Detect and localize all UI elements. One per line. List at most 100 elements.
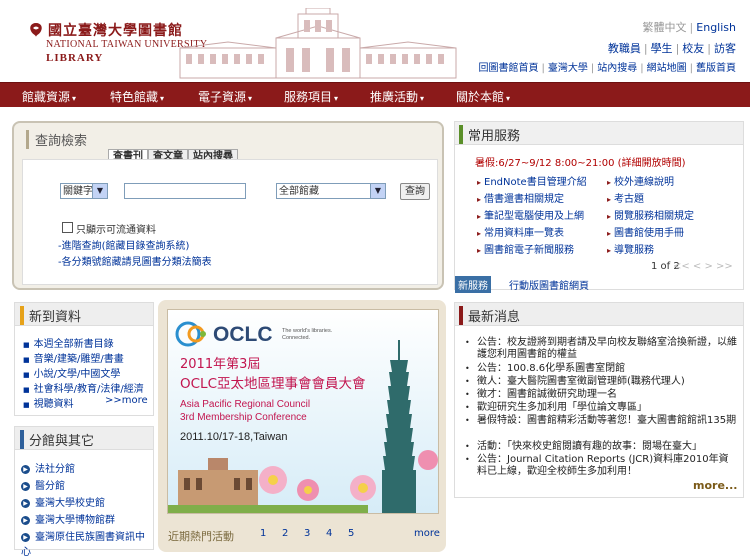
mobile-site-link[interactable]: 行動版圖書館網頁 bbox=[509, 277, 589, 292]
service-link[interactable]: ▸ 圖書館使用手冊 bbox=[607, 224, 684, 239]
quick-link-site-search[interactable]: 站內搜尋 bbox=[597, 63, 637, 74]
service-link-label: 考古題 bbox=[614, 194, 645, 205]
oclc-conference-banner[interactable]: OCLC The world's libraries. Connected. 2… bbox=[167, 309, 439, 514]
service-link[interactable]: ▸ 考古題 bbox=[607, 190, 644, 205]
service-link-label: 筆記型電腦使用及上網 bbox=[484, 211, 585, 222]
service-link[interactable]: ▸ 閱覽服務相關規定 bbox=[607, 207, 694, 222]
service-link-label: 常用資料庫一覽表 bbox=[484, 228, 565, 239]
branches-title: 分館與其它 bbox=[20, 430, 94, 449]
banner-page-link[interactable]: 4 bbox=[326, 528, 332, 539]
classification-table-link[interactable]: -各分類號館藏請見圖書分類法簡表 bbox=[58, 253, 212, 268]
role-student-link[interactable]: 學生 bbox=[651, 42, 673, 55]
service-link[interactable]: ▸ EndNote書目管理介紹 bbox=[477, 173, 587, 188]
services-pager-arrows[interactable]: << < > >> bbox=[673, 261, 733, 272]
caret-down-icon: ▾ bbox=[248, 94, 253, 103]
nav-about[interactable]: 關於本館 ▾ bbox=[456, 88, 510, 105]
news-item[interactable]: • 公告：Journal Citation Reports (JCR)資料庫201… bbox=[465, 454, 737, 478]
quick-links: 回圖書館首頁 | 臺灣大學 | 站內搜尋 | 網站地圖 | 舊版首頁 bbox=[478, 63, 737, 74]
branch-link[interactable]: ▶ 臺灣大學校史館 bbox=[21, 494, 105, 509]
search-scope-select[interactable]: 全部館藏 ▼ bbox=[276, 183, 386, 199]
news-item[interactable]: • 活動：「快來校史館閱讀有趣的故事：閱場在臺大」 bbox=[465, 441, 737, 453]
main-nav-bar: 館藏資源 ▾ 特色館藏 ▾ 電子資源 ▾ 服務項目 ▾ 推廣活動 ▾ 關於本館 ▾ bbox=[0, 82, 750, 107]
search-panel: 查詢檢索 查書刊 查文章 站內搜尋 關鍵字 ▼ 全部館藏 ▼ 查詢 只顯示可流通資料… bbox=[12, 121, 444, 290]
news-item-text: 歡迎研究生多加利用「學位論文專區」 bbox=[477, 402, 647, 413]
new-service-badge: 新服務 bbox=[455, 276, 491, 293]
new-resource-link[interactable]: ■ 視聽資料 bbox=[23, 395, 74, 410]
new-resource-label: 音樂/建築/雕塑/書畫 bbox=[33, 354, 124, 365]
news-item[interactable]: • 公告：校友證將到期者請及早向校友聯絡室洽換新證，以維護您利用圖書館的權益 bbox=[465, 337, 737, 361]
new-resource-label: 本週全部新書目錄 bbox=[33, 339, 114, 350]
new-resource-link[interactable]: ■ 音樂/建築/雕塑/書畫 bbox=[23, 350, 124, 365]
branch-link[interactable]: ▶ 臺灣原住民族圖書資訊中心 bbox=[21, 528, 153, 558]
square-bullet-icon: ■ bbox=[23, 356, 30, 364]
quick-link-sitemap[interactable]: 網站地圖 bbox=[647, 63, 687, 74]
nav-special-collections[interactable]: 特色館藏 ▾ bbox=[110, 88, 164, 105]
news-item[interactable]: • 歡迎研究生多加利用「學位論文專區」 bbox=[465, 402, 737, 414]
search-field-select[interactable]: 關鍵字 ▼ bbox=[60, 183, 108, 199]
service-link[interactable]: ▸ 常用資料庫一覽表 bbox=[477, 224, 564, 239]
new-resource-link[interactable]: ■ 小說/文學/中國文學 bbox=[23, 365, 120, 380]
events-more-link[interactable]: more bbox=[414, 528, 440, 539]
advanced-search-link[interactable]: -進階查詢(館藏目錄查詢系統) bbox=[58, 237, 189, 252]
square-bullet-icon: ■ bbox=[23, 401, 30, 409]
nav-collections[interactable]: 館藏資源 ▾ bbox=[22, 88, 76, 105]
branch-label: 臺灣大學博物館群 bbox=[35, 515, 115, 526]
nav-services[interactable]: 服務項目 ▾ bbox=[284, 88, 338, 105]
triangle-bullet-icon: ▸ bbox=[477, 178, 482, 187]
available-only-checkbox[interactable] bbox=[62, 222, 73, 233]
banner-page-link[interactable]: 1 bbox=[260, 528, 266, 539]
news-item[interactable]: • 公告：100.8.6化學系圖書室閉館 bbox=[465, 363, 737, 375]
caret-down-icon: ▾ bbox=[506, 94, 511, 103]
banner-page-link[interactable]: 5 bbox=[348, 528, 354, 539]
branch-link[interactable]: ▶ 臺灣大學博物館群 bbox=[21, 511, 115, 526]
role-alumni-link[interactable]: 校友 bbox=[682, 42, 704, 55]
banner-tagline-1: The world's libraries. bbox=[282, 328, 333, 334]
service-link[interactable]: ▸ 借書還書相關規定 bbox=[477, 190, 564, 205]
news-item-text: 活動：「快來校史館閱讀有趣的故事：閱場在臺大」 bbox=[477, 441, 702, 452]
bullet-icon: • bbox=[465, 338, 470, 347]
news-item[interactable]: • 徵才：圖書館誠徵研究助理一名 bbox=[465, 389, 737, 401]
news-item-text: 公告：Journal Citation Reports (JCR)資料庫2010… bbox=[477, 454, 729, 477]
branch-label: 臺灣原住民族圖書資訊中心 bbox=[21, 532, 145, 558]
quick-link-old-home[interactable]: 舊版首頁 bbox=[696, 63, 736, 74]
banner-page-link[interactable]: 3 bbox=[304, 528, 310, 539]
lang-english-link[interactable]: English bbox=[696, 21, 736, 34]
search-keyword-input[interactable] bbox=[124, 183, 246, 199]
news-item[interactable]: • 暑假特設：圖書館精彩活動等著您！臺大圖書館館訊135期 bbox=[465, 415, 737, 427]
nav-about-label: 關於本館 bbox=[456, 90, 505, 104]
bullet-icon: • bbox=[465, 403, 470, 412]
news-more-link[interactable]: more... bbox=[693, 479, 737, 492]
banner-page-link[interactable]: 2 bbox=[282, 528, 288, 539]
triangle-bullet-icon: ▸ bbox=[607, 246, 612, 255]
quick-link-library-home[interactable]: 回圖書館首頁 bbox=[479, 63, 539, 74]
dropdown-arrow-icon: ▼ bbox=[370, 184, 385, 198]
news-item-text: 徵人：臺大醫院圖書室徵副管理師(職務代理人) bbox=[477, 376, 685, 387]
nav-e-resources[interactable]: 電子資源 ▾ bbox=[198, 88, 252, 105]
library-logo-icon[interactable] bbox=[28, 22, 44, 38]
service-link[interactable]: ▸ 圖書館電子新聞服務 bbox=[477, 241, 574, 256]
role-visitor-link[interactable]: 訪客 bbox=[714, 42, 736, 55]
service-link[interactable]: ▸ 導覽服務 bbox=[607, 241, 654, 256]
quick-link-ntu[interactable]: 臺灣大學 bbox=[548, 63, 588, 74]
library-building-illustration bbox=[178, 7, 458, 80]
triangle-bullet-icon: ▸ bbox=[607, 229, 612, 238]
news-item-text: 公告：校友證將到期者請及早向校友聯絡室洽換新證，以維護您利用圖書館的權益 bbox=[477, 337, 737, 360]
service-link[interactable]: ▸ 筆記型電腦使用及上網 bbox=[477, 207, 584, 222]
news-item-text: 徵才：圖書館誠徵研究助理一名 bbox=[477, 389, 617, 400]
new-resource-link[interactable]: ■ 本週全部新書目錄 bbox=[23, 335, 114, 350]
banner-brand: OCLC bbox=[213, 323, 273, 346]
branch-link[interactable]: ▶ 法社分館 bbox=[21, 460, 75, 475]
nav-events[interactable]: 推廣活動 ▾ bbox=[370, 88, 424, 105]
news-item[interactable]: • 徵人：臺大醫院圖書室徵副管理師(職務代理人) bbox=[465, 376, 737, 388]
triangle-bullet-icon: ▸ bbox=[477, 246, 482, 255]
opening-hours-link[interactable]: 暑假:6/27~9/12 8:00~21:00 (詳細開放時間) bbox=[475, 154, 685, 169]
service-link[interactable]: ▸ 校外連線說明 bbox=[607, 173, 674, 188]
new-resources-more-link[interactable]: >>more bbox=[105, 395, 148, 406]
lang-traditional-chinese[interactable]: 繁體中文 bbox=[643, 21, 687, 34]
library-name-cn[interactable]: 國立臺灣大學圖書館 bbox=[48, 20, 183, 40]
branch-link[interactable]: ▶ 醫分館 bbox=[21, 477, 65, 492]
role-faculty-link[interactable]: 教職員 bbox=[608, 42, 641, 55]
square-bullet-icon: ■ bbox=[23, 386, 30, 394]
new-resource-link[interactable]: ■ 社會科學/教育/法律/經濟 bbox=[23, 380, 144, 395]
search-button[interactable]: 查詢 bbox=[400, 183, 430, 200]
